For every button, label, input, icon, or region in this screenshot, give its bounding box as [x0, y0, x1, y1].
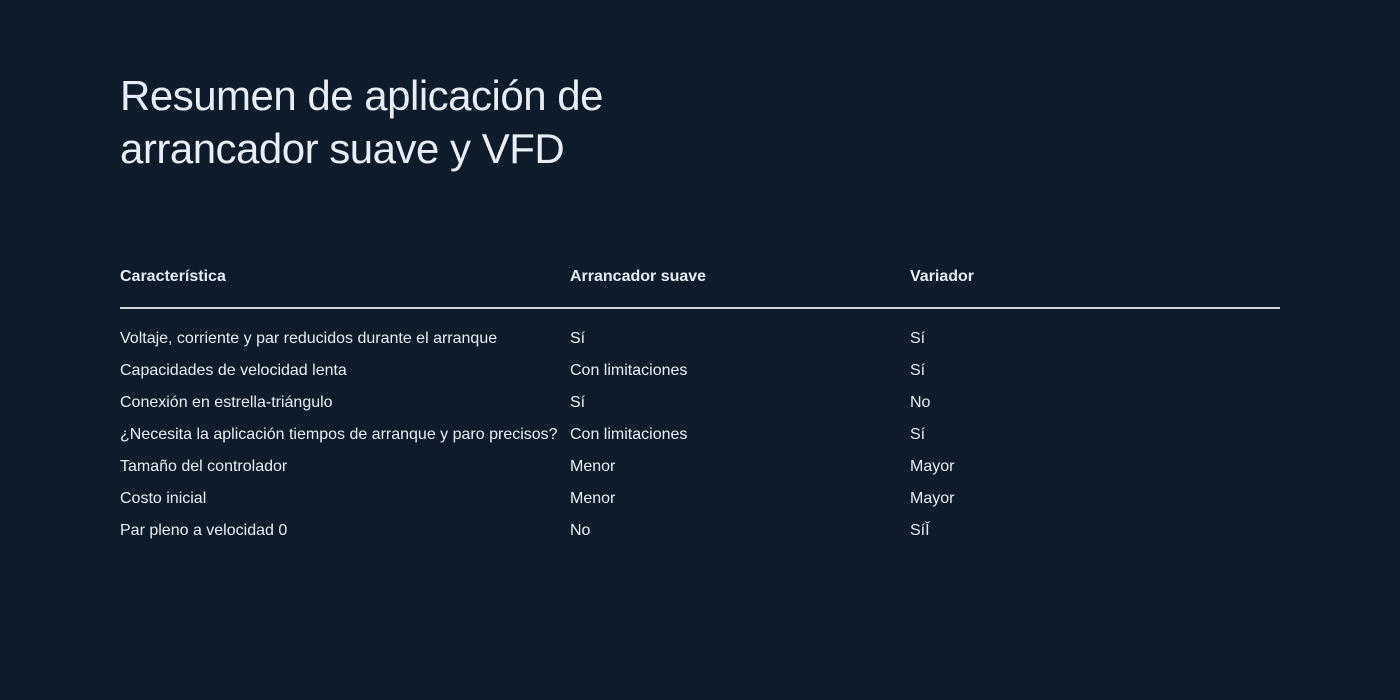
cell-feature: Par pleno a velocidad 0: [120, 515, 570, 547]
cell-soft-starter: Sí: [570, 387, 910, 419]
cell-feature: Voltaje, corriente y par reducidos duran…: [120, 309, 570, 355]
table-row: Tamaño del controlador Menor Mayor: [120, 451, 1280, 483]
cell-feature: Capacidades de velocidad lenta: [120, 355, 570, 387]
table-row: Par pleno a velocidad 0 No SíǏ: [120, 515, 1280, 547]
table-row: Conexión en estrella-triángulo Sí No: [120, 387, 1280, 419]
cell-feature: Tamaño del controlador: [120, 451, 570, 483]
cell-vfd: Mayor: [910, 483, 1280, 515]
cell-feature: Conexión en estrella-triángulo: [120, 387, 570, 419]
header-vfd: Variador: [910, 265, 1280, 309]
table-row: Capacidades de velocidad lenta Con limit…: [120, 355, 1280, 387]
table-row: Voltaje, corriente y par reducidos duran…: [120, 309, 1280, 355]
cell-vfd: Sí: [910, 355, 1280, 387]
cell-feature: ¿Necesita la aplicación tiempos de arran…: [120, 419, 570, 451]
table-row: Costo inicial Menor Mayor: [120, 483, 1280, 515]
header-soft-starter: Arrancador suave: [570, 265, 910, 309]
cell-soft-starter: Con limitaciones: [570, 419, 910, 451]
cell-vfd: Sí: [910, 419, 1280, 451]
page-title: Resumen de aplicación de arrancador suav…: [120, 70, 680, 175]
table-header-row: Característica Arrancador suave Variador: [120, 265, 1280, 309]
cell-vfd: SíǏ: [910, 515, 1280, 547]
table-row: ¿Necesita la aplicación tiempos de arran…: [120, 419, 1280, 451]
cell-vfd: No: [910, 387, 1280, 419]
header-feature: Característica: [120, 265, 570, 309]
cell-soft-starter: Menor: [570, 483, 910, 515]
cell-vfd: Sí: [910, 309, 1280, 355]
comparison-table: Característica Arrancador suave Variador…: [120, 265, 1280, 547]
cell-soft-starter: Con limitaciones: [570, 355, 910, 387]
cell-soft-starter: Sí: [570, 309, 910, 355]
cell-feature: Costo inicial: [120, 483, 570, 515]
cell-vfd: Mayor: [910, 451, 1280, 483]
cell-soft-starter: Menor: [570, 451, 910, 483]
cell-soft-starter: No: [570, 515, 910, 547]
